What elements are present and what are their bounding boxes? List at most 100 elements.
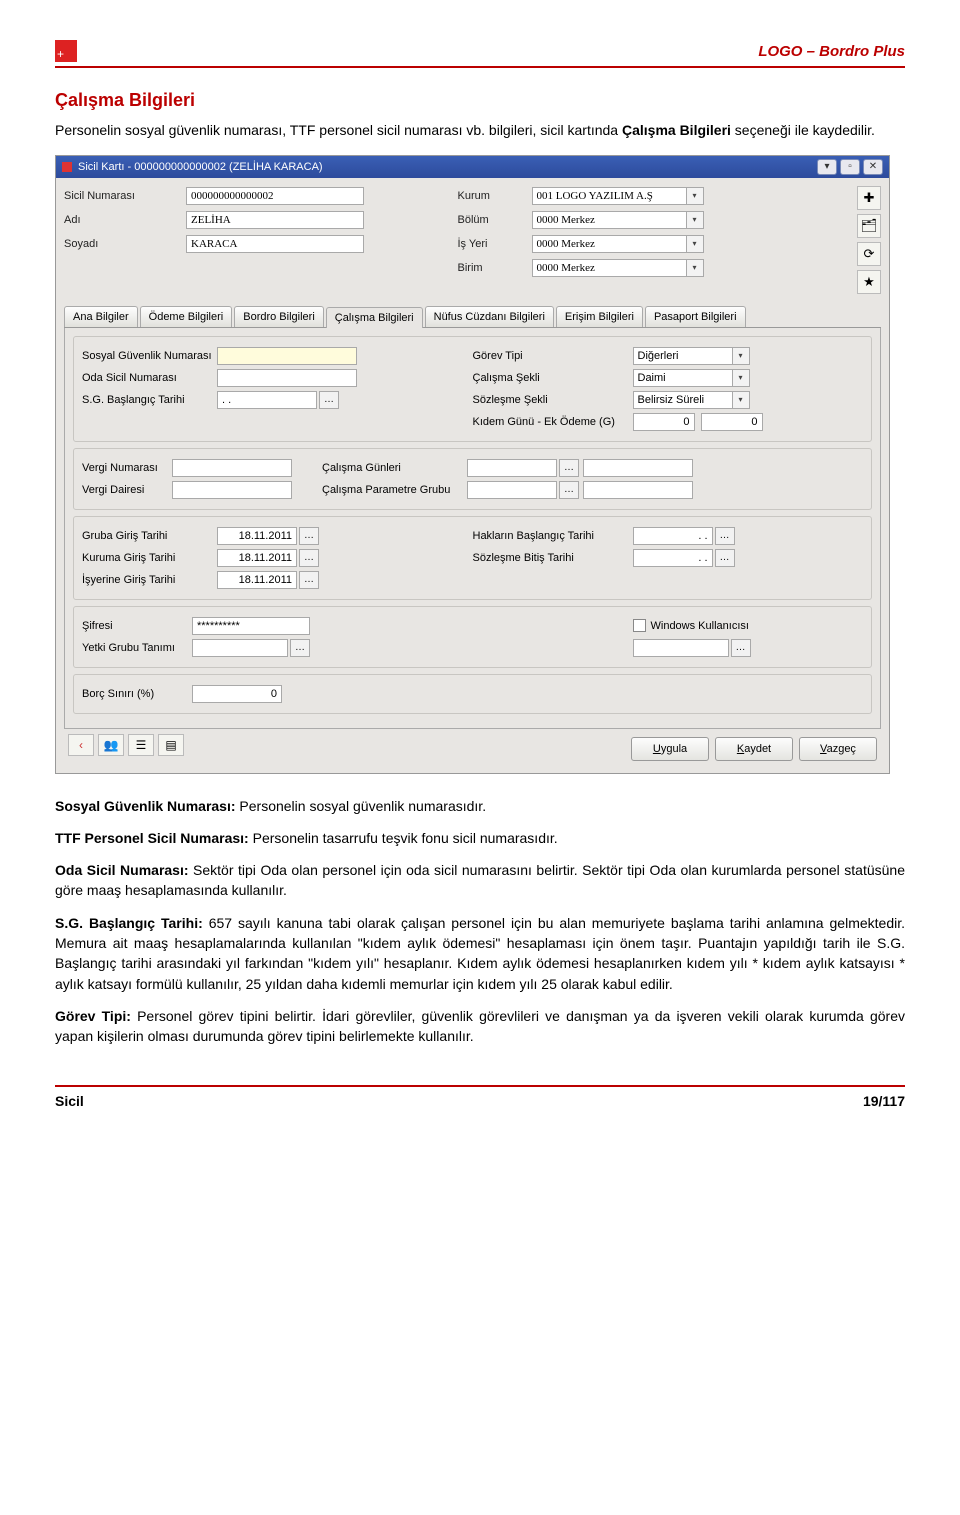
- wk-input[interactable]: [633, 639, 729, 657]
- logo-plus-icon: +: [55, 40, 77, 62]
- label: Birim: [458, 262, 532, 274]
- ellipsis-icon[interactable]: …: [319, 391, 339, 409]
- label: Oda Sicil Numarası: [82, 372, 217, 384]
- label: Windows Kullanıcısı: [651, 620, 749, 632]
- calisma-gunleri-display: [583, 459, 693, 477]
- label: İşyerine Giriş Tarihi: [82, 574, 217, 586]
- cpg-input[interactable]: [467, 481, 557, 499]
- hbt-input[interactable]: . .: [633, 527, 713, 545]
- sifre-input[interactable]: **********: [192, 617, 310, 635]
- dropdown-icon[interactable]: ▾: [732, 369, 750, 387]
- ellipsis-icon[interactable]: …: [559, 481, 579, 499]
- label: Bölüm: [458, 214, 532, 226]
- maximize-button[interactable]: ▫: [840, 159, 860, 175]
- add-icon[interactable]: ✚: [857, 186, 881, 210]
- gorev-tipi-select[interactable]: Diğerleri: [633, 347, 733, 365]
- calisma-gunleri-input[interactable]: [467, 459, 557, 477]
- igt-input[interactable]: 18.11.2011: [217, 571, 297, 589]
- brand-label: LOGO – Bordro Plus: [758, 43, 905, 60]
- refresh-icon[interactable]: ⟳: [857, 242, 881, 266]
- label: Çalışma Şekli: [473, 372, 633, 384]
- windows-user-checkbox[interactable]: [633, 619, 646, 632]
- tab-erisim[interactable]: Erişim Bilgileri: [556, 306, 643, 327]
- dropdown-icon[interactable]: ▾: [732, 347, 750, 365]
- kidem-gun-input[interactable]: 0: [633, 413, 695, 431]
- app-icon: [62, 162, 72, 172]
- para-sgn: Sosyal Güvenlik Numarası: Personelin sos…: [55, 796, 905, 816]
- label: Sözleşme Bitiş Tarihi: [473, 552, 633, 564]
- star-icon[interactable]: ★: [857, 270, 881, 294]
- tab-ana[interactable]: Ana Bilgiler: [64, 306, 138, 327]
- minimize-button[interactable]: ▾: [817, 159, 837, 175]
- para-osn: Oda Sicil Numarası: Sektör tipi Oda olan…: [55, 860, 905, 901]
- tab-odeme[interactable]: Ödeme Bilgileri: [140, 306, 233, 327]
- birim-input[interactable]: 0000 Merkez: [532, 259, 687, 277]
- label: Vergi Numarası: [82, 462, 172, 474]
- dropdown-icon[interactable]: ▾: [686, 187, 704, 205]
- apply-button[interactable]: Uygula: [631, 737, 709, 761]
- label: S.G. Başlangıç Tarihi: [82, 394, 217, 406]
- ggt-input[interactable]: 18.11.2011: [217, 527, 297, 545]
- ellipsis-icon[interactable]: …: [731, 639, 751, 657]
- card-icon[interactable]: 🗂: [857, 214, 881, 238]
- save-button[interactable]: Kaydet: [715, 737, 793, 761]
- label: Soyadı: [64, 238, 186, 250]
- label: Çalışma Parametre Grubu: [322, 484, 467, 496]
- ellipsis-icon[interactable]: …: [299, 571, 319, 589]
- titlebar: Sicil Kartı - 000000000000002 (ZELİHA KA…: [56, 156, 889, 178]
- label: Görev Tipi: [473, 350, 633, 362]
- kgt-input[interactable]: 18.11.2011: [217, 549, 297, 567]
- label: Çalışma Günleri: [322, 462, 467, 474]
- close-button[interactable]: ✕: [863, 159, 883, 175]
- sbt-input[interactable]: . .: [633, 549, 713, 567]
- dropdown-icon[interactable]: ▾: [686, 235, 704, 253]
- ellipsis-icon[interactable]: …: [299, 527, 319, 545]
- label: Kuruma Giriş Tarihi: [82, 552, 217, 564]
- prev-icon[interactable]: ‹: [68, 734, 94, 756]
- dropdown-icon[interactable]: ▾: [732, 391, 750, 409]
- label: Gruba Giriş Tarihi: [82, 530, 217, 542]
- footer-left: Sicil: [55, 1093, 84, 1109]
- tab-pasaport[interactable]: Pasaport Bilgileri: [645, 306, 746, 327]
- osn-input[interactable]: [217, 369, 357, 387]
- kurum-input[interactable]: 001 LOGO YAZILIM A.Ş: [532, 187, 687, 205]
- para-ttf: TTF Personel Sicil Numarası: Personelin …: [55, 828, 905, 848]
- tab-bordro[interactable]: Bordro Bilgileri: [234, 306, 324, 327]
- calisma-sekli-select[interactable]: Daimi: [633, 369, 733, 387]
- sicil-no-input[interactable]: 000000000000002: [186, 187, 364, 205]
- people-icon[interactable]: 👥: [98, 734, 124, 756]
- cancel-button[interactable]: Vazgeç: [799, 737, 877, 761]
- adi-input[interactable]: ZELİHA: [186, 211, 364, 229]
- label: Kıdem Günü - Ek Ödeme (G): [473, 416, 633, 428]
- isyeri-input[interactable]: 0000 Merkez: [532, 235, 687, 253]
- vergi-dairesi-input[interactable]: [172, 481, 292, 499]
- ellipsis-icon[interactable]: …: [559, 459, 579, 477]
- sozlesme-sekli-select[interactable]: Belirsiz Süreli: [633, 391, 733, 409]
- label: Borç Sınırı (%): [82, 688, 192, 700]
- window-title: Sicil Kartı - 000000000000002 (ZELİHA KA…: [78, 161, 814, 173]
- soyadi-input[interactable]: KARACA: [186, 235, 364, 253]
- dropdown-icon[interactable]: ▾: [686, 211, 704, 229]
- ek-odeme-input[interactable]: 0: [701, 413, 763, 431]
- ygt-input[interactable]: [192, 639, 288, 657]
- label: Vergi Dairesi: [82, 484, 172, 496]
- bolum-input[interactable]: 0000 Merkez: [532, 211, 687, 229]
- ellipsis-icon[interactable]: …: [299, 549, 319, 567]
- borc-siniri-input[interactable]: 0: [192, 685, 282, 703]
- label: Sosyal Güvenlik Numarası: [82, 350, 217, 362]
- sgb-input[interactable]: . .: [217, 391, 317, 409]
- tab-nufus[interactable]: Nüfus Cüzdanı Bilgileri: [425, 306, 554, 327]
- form-icon[interactable]: ▤: [158, 734, 184, 756]
- ellipsis-icon[interactable]: …: [715, 549, 735, 567]
- ellipsis-icon[interactable]: …: [715, 527, 735, 545]
- cpg-display: [583, 481, 693, 499]
- sgn-input[interactable]: [217, 347, 357, 365]
- footer-page: 19/117: [863, 1093, 905, 1109]
- ellipsis-icon[interactable]: …: [290, 639, 310, 657]
- vergi-no-input[interactable]: [172, 459, 292, 477]
- tab-pane: Sosyal Güvenlik Numarası Oda Sicil Numar…: [64, 328, 881, 729]
- dropdown-icon[interactable]: ▾: [686, 259, 704, 277]
- label: Hakların Başlangıç Tarihi: [473, 530, 633, 542]
- list-icon[interactable]: ☰: [128, 734, 154, 756]
- tab-calisma[interactable]: Çalışma Bilgileri: [326, 307, 423, 328]
